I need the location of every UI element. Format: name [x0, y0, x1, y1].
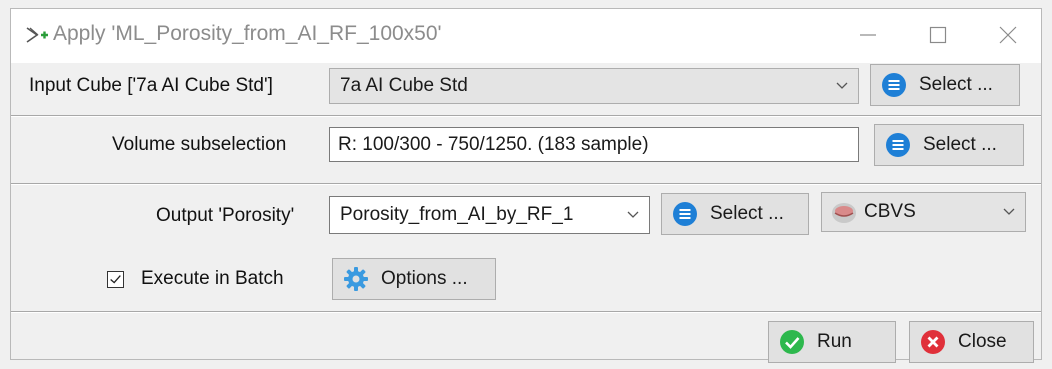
apply-dialog: Apply 'ML_Porosity_from_AI_RF_100x50' In…: [10, 8, 1042, 363]
maximize-button[interactable]: [913, 17, 963, 53]
run-checkmark-icon: [780, 330, 804, 354]
volume-subselection-value: R: 100/300 - 750/1250. (183 sample): [338, 133, 649, 155]
output-porosity-select[interactable]: Porosity_from_AI_by_RF_1: [329, 196, 650, 234]
select-list-icon: [673, 202, 697, 226]
separator: [11, 183, 1041, 185]
workflow-apply-icon: [26, 27, 48, 43]
input-cube-selected: 7a AI Cube Std: [340, 75, 468, 96]
volume-select-button[interactable]: Select ...: [874, 124, 1024, 166]
output-porosity-selected: Porosity_from_AI_by_RF_1: [340, 204, 574, 225]
minimize-button[interactable]: [843, 17, 893, 53]
chevron-down-icon: [836, 82, 848, 89]
close-button[interactable]: Close: [909, 321, 1034, 363]
output-format-select[interactable]: CBVS: [821, 192, 1026, 232]
options-button-label: Options ...: [381, 268, 468, 289]
maximize-icon: [929, 26, 947, 44]
select-list-icon: [882, 73, 906, 97]
minimize-icon: [860, 34, 876, 36]
window-title: Apply 'ML_Porosity_from_AI_RF_100x50': [53, 22, 442, 45]
separator: [11, 115, 1041, 117]
output-select-button[interactable]: Select ...: [661, 193, 809, 235]
close-icon: [999, 26, 1017, 44]
select-button-label: Select ...: [710, 203, 784, 224]
volume-subselection-field[interactable]: R: 100/300 - 750/1250. (183 sample): [329, 127, 859, 162]
cbvs-format-icon: [832, 203, 856, 223]
run-button-label: Run: [817, 331, 852, 352]
input-cube-label: Input Cube ['7a AI Cube Std']: [29, 75, 273, 96]
execute-in-batch-label: Execute in Batch: [141, 268, 284, 289]
chevron-down-icon: [627, 211, 639, 218]
close-button-label: Close: [958, 331, 1007, 352]
separator: [11, 311, 1041, 313]
volume-subselection-label: Volume subselection: [112, 134, 287, 155]
run-button[interactable]: Run: [768, 321, 896, 363]
chevron-down-icon: [1003, 208, 1015, 215]
select-button-label: Select ...: [923, 134, 997, 155]
select-button-label: Select ...: [919, 74, 993, 95]
input-cube-select-button[interactable]: Select ...: [870, 64, 1020, 106]
execute-in-batch-checkbox[interactable]: [107, 271, 124, 288]
options-button[interactable]: Options ...: [332, 258, 496, 300]
output-format-selected: CBVS: [864, 201, 916, 222]
input-cube-select[interactable]: 7a AI Cube Std: [329, 68, 859, 104]
select-list-icon: [886, 133, 910, 157]
output-porosity-label: Output 'Porosity': [156, 205, 295, 226]
title-bar[interactable]: Apply 'ML_Porosity_from_AI_RF_100x50': [11, 9, 1041, 63]
close-window-button[interactable]: [983, 17, 1033, 53]
close-x-icon: [921, 330, 945, 354]
checkmark-icon: [110, 275, 121, 284]
gear-icon: [344, 267, 368, 291]
